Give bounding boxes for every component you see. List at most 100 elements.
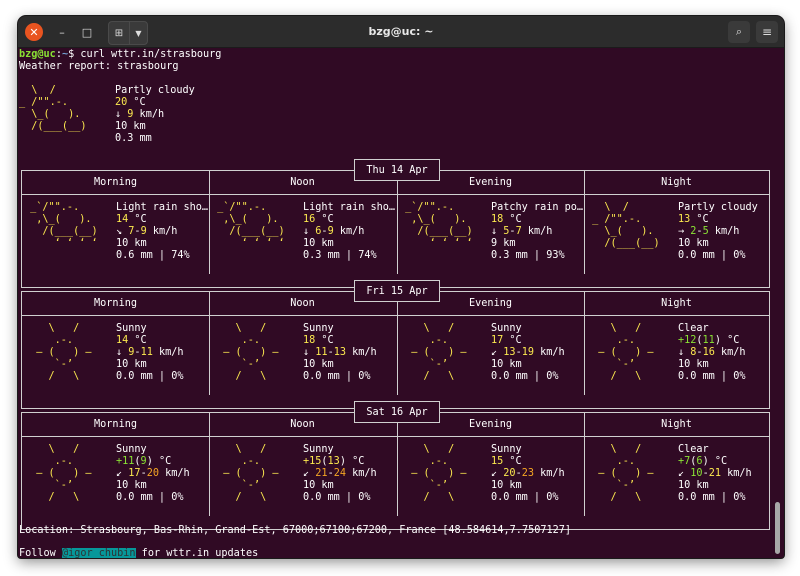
weather-art-line: / \ — [399, 371, 455, 382]
weather-art-line: `-’ — [24, 480, 74, 491]
weather-art-line: ,\_( ). — [24, 214, 92, 225]
weather-art-line: .-. — [586, 335, 636, 346]
current-temp-value: 20 — [115, 97, 128, 108]
temp-unit: °C — [720, 335, 740, 346]
weather-art-line: .-. — [399, 335, 449, 346]
precipitation: 0.0 mm | 0% — [678, 492, 746, 503]
weather-art-line: `-’ — [211, 480, 261, 491]
wind-part: 10 — [690, 468, 703, 479]
forecast-table-0: Morning Noon Evening Night Thu 14 Apr _`/"".… — [21, 159, 771, 288]
temp-part: 15 — [491, 456, 504, 467]
temp-unit: °C — [690, 214, 709, 225]
weather-art-line: .-. — [24, 335, 74, 346]
prompt-symbol: $ — [68, 49, 81, 60]
wind-unit: km/h — [345, 347, 377, 358]
current-art-line: _ /"".-. — [19, 97, 99, 108]
temp-part: 16 — [303, 214, 316, 225]
weather-art-line: \_( ). — [586, 226, 654, 237]
temp-unit: °C — [503, 335, 522, 346]
wind-speed: ↙ 17-20 km/h — [116, 468, 190, 480]
current-art-line: /(___(__) — [19, 121, 99, 132]
terminal-output[interactable]: bzg@uc:~$ curl wttr.in/strasbourg Weathe… — [18, 47, 784, 558]
temp-part: 13 — [678, 214, 691, 225]
visibility: 10 km — [116, 480, 147, 491]
wind-part: 11 — [315, 347, 328, 358]
current-temp-unit: °C — [127, 97, 146, 108]
wind-speed: ↙ 13-19 km/h — [491, 347, 565, 359]
weather-art-line: /(___(__) — [586, 238, 660, 249]
temperature: 14 °C — [116, 335, 147, 347]
scrollbar-thumb[interactable] — [775, 502, 780, 554]
wind-part: 21 — [315, 468, 328, 479]
condition-text: Light rain sho… — [116, 202, 209, 213]
forecast-cell: \ / .-. ‒ ( ) ‒ `-’ / \ Sunny +15(13) °C ↙ … — [209, 444, 396, 504]
search-icon[interactable]: ⌕ — [728, 21, 750, 43]
wind-speed: ↓ 5-7 km/h — [491, 226, 552, 238]
temp-part: +11 — [116, 456, 135, 467]
follow-line: Follow @igor_chubin for wttr.in updates — [19, 548, 258, 558]
wind-unit: km/h — [521, 226, 553, 237]
condition-text: Patchy rain po… — [491, 202, 584, 213]
weather-art-line: .-. — [24, 456, 74, 467]
current-temp: 20 °C — [115, 97, 146, 109]
condition-text: Light rain sho… — [303, 202, 396, 213]
hamburger-menu-icon[interactable]: ≡ — [756, 21, 778, 43]
temperature: 18 °C — [491, 214, 522, 226]
wind-part: 20 — [503, 468, 516, 479]
forecast-cell: \ / .-. ‒ ( ) ‒ `-’ / \ Sunny 18 °C ↓ 11-13… — [209, 323, 396, 383]
condition-text: Sunny — [116, 444, 147, 455]
weather-art-line: ‒ ( ) ‒ — [24, 468, 92, 479]
weather-art-line: ʻ ʻ ʻ ʻ — [399, 238, 473, 249]
report-title: Weather report: strasbourg — [19, 61, 179, 72]
weather-art-line: .-. — [399, 456, 449, 467]
weather-art-line: \ / — [211, 444, 267, 455]
forecast-cell: \ / .-. ‒ ( ) ‒ `-’ / \ Clear +12(11) °C ↓ … — [584, 323, 771, 383]
visibility: 10 km — [678, 480, 709, 491]
wind-speed: ↙ 10-21 km/h — [678, 468, 752, 480]
wind-part: 17 — [128, 468, 141, 479]
wind-speed: ↘ 7-9 km/h — [116, 226, 177, 238]
wind-speed: ↓ 6-9 km/h — [303, 226, 364, 238]
visibility: 9 km — [491, 238, 516, 249]
temp-part: 18 — [491, 214, 504, 225]
weather-art-line: /(___(__) — [24, 226, 98, 237]
current-precip: 0.3 mm — [115, 133, 152, 144]
temp-unit: °C — [315, 335, 334, 346]
wind-speed: ↓ 9-11 km/h — [116, 347, 184, 359]
temp-unit: °C — [345, 456, 365, 467]
weather-art-line: `-’ — [211, 359, 261, 370]
weather-art-line: .-. — [211, 456, 261, 467]
weather-art-line: `-’ — [399, 359, 449, 370]
condition-text: Sunny — [491, 444, 522, 455]
weather-art-line: / \ — [211, 492, 267, 503]
weather-art-line: ‒ ( ) ‒ — [586, 347, 654, 358]
forecast-cell: _`/"".-. ,\_( ). /(___(__) ʻ ʻ ʻ ʻ Patchy… — [397, 202, 584, 262]
twitter-handle-link[interactable]: @igor_chubin — [61, 548, 136, 558]
forecast-cell: \ / _ /"".-. \_( ). /(___(__) Partly clou… — [584, 202, 771, 262]
weather-art-line: / \ — [399, 492, 455, 503]
weather-art-line: /(___(__) — [399, 226, 473, 237]
wind-unit: km/h — [708, 226, 740, 237]
precipitation: 0.0 mm | 0% — [303, 371, 371, 382]
visibility: 10 km — [303, 238, 334, 249]
temperature: 13 °C — [678, 214, 709, 226]
weather-art-line: \ / — [399, 323, 455, 334]
weather-art-line: \ / — [24, 444, 80, 455]
temp-part: +7 — [678, 456, 691, 467]
temperature: 15 °C — [491, 456, 522, 468]
forecast-cell: _`/"".-. ,\_( ). /(___(__) ʻ ʻ ʻ ʻ Light … — [209, 202, 396, 262]
weather-art-line: ʻ ʻ ʻ ʻ — [24, 238, 98, 249]
wind-part: 11 — [140, 347, 153, 358]
prompt-user: bzg@uc — [19, 49, 56, 60]
wind-part: 19 — [521, 347, 534, 358]
wind-speed: ↓ 8-16 km/h — [678, 347, 746, 359]
wind-part: 24 — [333, 468, 346, 479]
weather-art-line: _`/"".-. — [24, 202, 80, 213]
weather-art-line: \ / — [399, 444, 455, 455]
temperature: 16 °C — [303, 214, 334, 226]
temp-unit: °C — [315, 214, 334, 225]
current-art-line: \ / — [19, 85, 99, 96]
follow-pre: Follow — [19, 548, 62, 558]
forecast-table-1: Morning Noon Evening Night Fri 15 Apr \ / .-… — [21, 280, 771, 409]
date-label: Sat 16 Apr — [354, 401, 440, 423]
